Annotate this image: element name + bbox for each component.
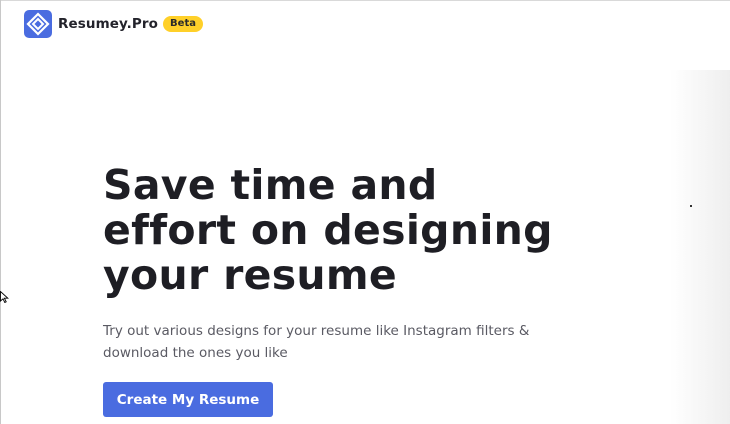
beta-badge: Beta [163, 16, 203, 32]
hero-title-line-1: Save time and [103, 161, 438, 209]
diamond-logo-icon[interactable] [24, 10, 52, 38]
hero-title-line-2: effort on designing [103, 206, 553, 254]
stray-dot [690, 205, 692, 207]
create-my-resume-button[interactable]: Create My Resume [103, 382, 273, 417]
hero-subtitle-line-1: Try out various designs for your resume … [103, 323, 530, 339]
site-header: Resumey.Pro Beta [24, 10, 203, 38]
hero-title: Save time and effort on designing your r… [103, 163, 703, 298]
hero-title-line-3: your resume [103, 251, 398, 299]
landing-page: Resumey.Pro Beta Save time and effort on… [0, 0, 730, 424]
hero-subtitle-line-2: download the ones you like [103, 345, 288, 361]
left-border [0, 0, 1, 424]
mouse-cursor-icon [0, 291, 9, 303]
hero-subtitle: Try out various designs for your resume … [103, 320, 583, 364]
top-border [0, 0, 730, 1]
brand-name[interactable]: Resumey.Pro [58, 16, 158, 32]
